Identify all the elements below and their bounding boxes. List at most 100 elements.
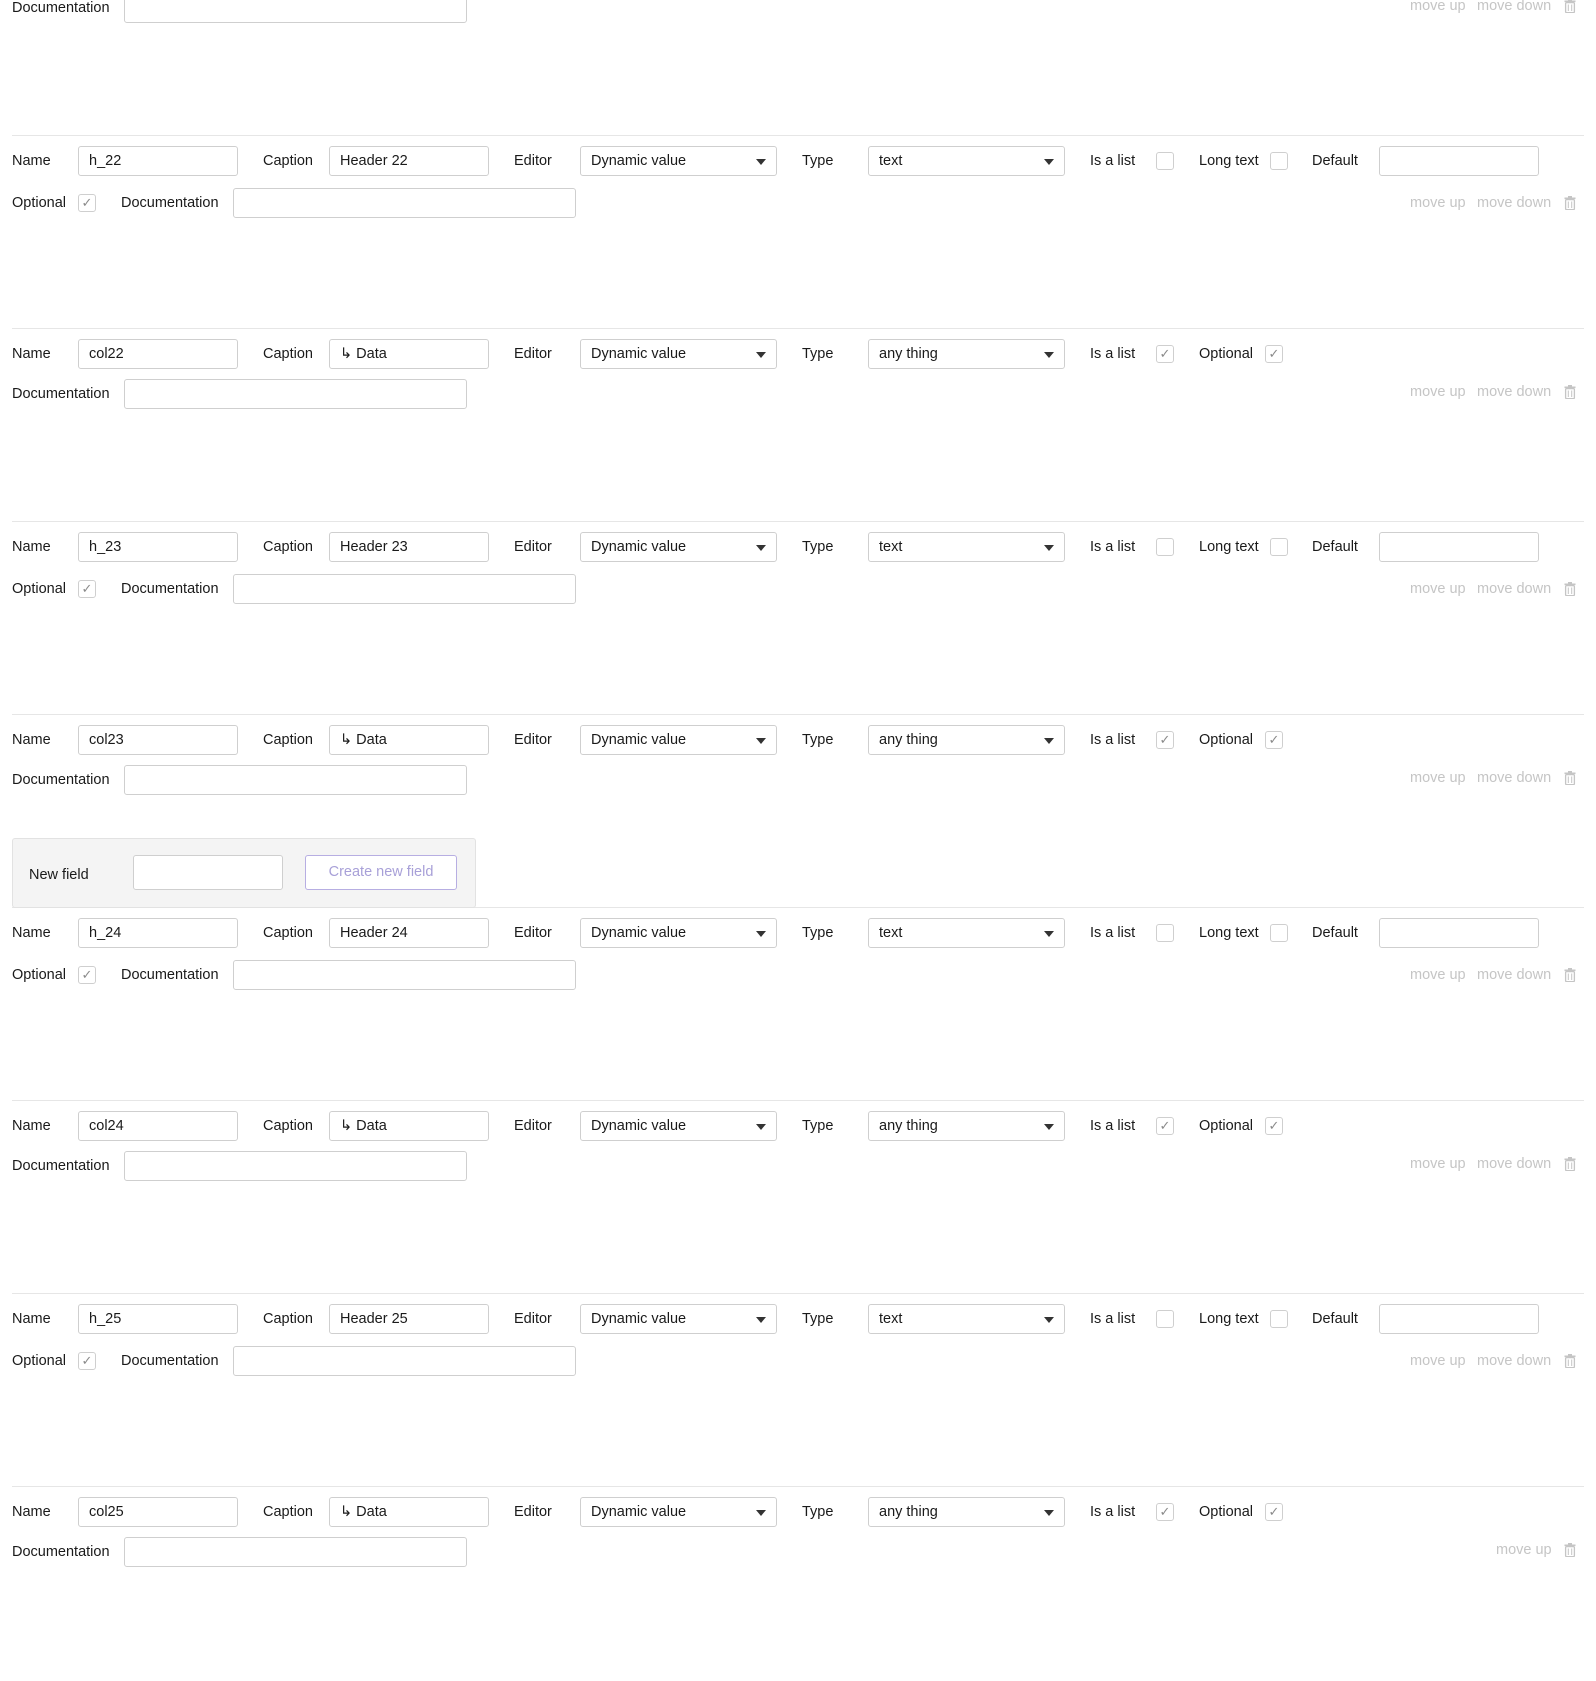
documentation-input[interactable] xyxy=(233,1346,576,1376)
trash-icon[interactable] xyxy=(1564,1157,1576,1172)
move-down-link[interactable]: move down xyxy=(1477,383,1551,401)
create-new-field-button[interactable]: Create new field xyxy=(305,855,457,890)
editor-label: Editor xyxy=(514,732,552,748)
name-input[interactable]: col22 xyxy=(78,339,238,369)
trash-icon[interactable] xyxy=(1564,0,1576,14)
optional-checkbox[interactable]: ✓ xyxy=(1265,1503,1283,1521)
row-separator xyxy=(12,1100,1584,1101)
documentation-input[interactable] xyxy=(124,0,467,23)
move-up-link[interactable]: move up xyxy=(1410,0,1466,15)
name-input[interactable]: col24 xyxy=(78,1111,238,1141)
move-up-link[interactable]: move up xyxy=(1496,1541,1552,1559)
trash-icon[interactable] xyxy=(1564,582,1576,597)
name-input[interactable]: col25 xyxy=(78,1497,238,1527)
is-list-checkbox[interactable] xyxy=(1156,924,1174,942)
optional-label: Optional xyxy=(12,967,67,983)
type-select[interactable]: text xyxy=(868,918,1065,948)
optional-checkbox[interactable]: ✓ xyxy=(1265,731,1283,749)
move-down-link[interactable]: move down xyxy=(1477,1352,1551,1370)
caption-input[interactable]: Header 25 xyxy=(329,1304,489,1334)
caption-input[interactable]: Header 24 xyxy=(329,918,489,948)
is-list-checkbox[interactable]: ✓ xyxy=(1156,731,1174,749)
long-text-checkbox[interactable] xyxy=(1270,1310,1288,1328)
move-down-link[interactable]: move down xyxy=(1477,1155,1551,1173)
long-text-checkbox[interactable] xyxy=(1270,924,1288,942)
move-down-link[interactable]: move down xyxy=(1477,580,1551,598)
caption-input[interactable]: Header 22 xyxy=(329,146,489,176)
new-field-input[interactable] xyxy=(133,855,283,890)
default-input[interactable] xyxy=(1379,532,1539,562)
name-input[interactable]: col23 xyxy=(78,725,238,755)
move-up-link[interactable]: move up xyxy=(1410,383,1466,401)
type-select[interactable]: any thing xyxy=(868,1497,1065,1527)
name-input[interactable]: h_25 xyxy=(78,1304,238,1334)
move-down-link[interactable]: move down xyxy=(1477,966,1551,984)
default-input[interactable] xyxy=(1379,918,1539,948)
documentation-input[interactable] xyxy=(233,960,576,990)
is-list-checkbox[interactable]: ✓ xyxy=(1156,1117,1174,1135)
optional-checkbox[interactable]: ✓ xyxy=(78,194,96,212)
move-up-link[interactable]: move up xyxy=(1410,966,1466,984)
move-up-link[interactable]: move up xyxy=(1410,580,1466,598)
caption-input[interactable]: Header 23 xyxy=(329,532,489,562)
optional-checkbox[interactable]: ✓ xyxy=(1265,1117,1283,1135)
long-text-label: Long text xyxy=(1199,539,1259,555)
move-down-link[interactable]: move down xyxy=(1477,194,1551,212)
default-input[interactable] xyxy=(1379,1304,1539,1334)
documentation-input[interactable] xyxy=(233,188,576,218)
type-select[interactable]: text xyxy=(868,146,1065,176)
documentation-input[interactable] xyxy=(233,574,576,604)
move-up-link[interactable]: move up xyxy=(1410,1352,1466,1370)
is-list-label: Is a list xyxy=(1090,1311,1136,1327)
documentation-input[interactable] xyxy=(124,765,467,795)
editor-select[interactable]: Dynamic value xyxy=(580,725,777,755)
move-down-link[interactable]: move down xyxy=(1477,0,1551,15)
type-select[interactable]: any thing xyxy=(868,725,1065,755)
documentation-input[interactable] xyxy=(124,1151,467,1181)
move-down-link[interactable]: move down xyxy=(1477,769,1551,787)
documentation-input[interactable] xyxy=(124,1537,467,1567)
long-text-checkbox[interactable] xyxy=(1270,538,1288,556)
name-input[interactable]: h_23 xyxy=(78,532,238,562)
editor-select[interactable]: Dynamic value xyxy=(580,1497,777,1527)
is-list-checkbox[interactable]: ✓ xyxy=(1156,345,1174,363)
caption-input[interactable]: ↳ Data xyxy=(329,725,489,755)
editor-select[interactable]: Dynamic value xyxy=(580,918,777,948)
move-up-link[interactable]: move up xyxy=(1410,194,1466,212)
optional-label: Optional xyxy=(12,195,67,211)
type-label: Type xyxy=(802,925,834,941)
is-list-checkbox[interactable]: ✓ xyxy=(1156,1503,1174,1521)
trash-icon[interactable] xyxy=(1564,196,1576,211)
caption-input[interactable]: ↳ Data xyxy=(329,1497,489,1527)
default-input[interactable] xyxy=(1379,146,1539,176)
is-list-checkbox[interactable] xyxy=(1156,538,1174,556)
optional-checkbox[interactable]: ✓ xyxy=(1265,345,1283,363)
editor-select[interactable]: Dynamic value xyxy=(580,1304,777,1334)
move-up-link[interactable]: move up xyxy=(1410,769,1466,787)
trash-icon[interactable] xyxy=(1564,771,1576,786)
type-select[interactable]: text xyxy=(868,532,1065,562)
editor-select[interactable]: Dynamic value xyxy=(580,339,777,369)
trash-icon[interactable] xyxy=(1564,1354,1576,1369)
move-up-link[interactable]: move up xyxy=(1410,1155,1466,1173)
documentation-input[interactable] xyxy=(124,379,467,409)
caption-input[interactable]: ↳ Data xyxy=(329,1111,489,1141)
is-list-checkbox[interactable] xyxy=(1156,1310,1174,1328)
editor-select[interactable]: Dynamic value xyxy=(580,532,777,562)
optional-checkbox[interactable]: ✓ xyxy=(78,1352,96,1370)
name-input[interactable]: h_22 xyxy=(78,146,238,176)
type-select[interactable]: text xyxy=(868,1304,1065,1334)
is-list-checkbox[interactable] xyxy=(1156,152,1174,170)
type-select[interactable]: any thing xyxy=(868,1111,1065,1141)
trash-icon[interactable] xyxy=(1564,968,1576,983)
optional-checkbox[interactable]: ✓ xyxy=(78,580,96,598)
trash-icon[interactable] xyxy=(1564,385,1576,400)
long-text-checkbox[interactable] xyxy=(1270,152,1288,170)
trash-icon[interactable] xyxy=(1564,1543,1576,1558)
type-select[interactable]: any thing xyxy=(868,339,1065,369)
name-input[interactable]: h_24 xyxy=(78,918,238,948)
editor-select[interactable]: Dynamic value xyxy=(580,1111,777,1141)
optional-checkbox[interactable]: ✓ xyxy=(78,966,96,984)
editor-select[interactable]: Dynamic value xyxy=(580,146,777,176)
caption-input[interactable]: ↳ Data xyxy=(329,339,489,369)
